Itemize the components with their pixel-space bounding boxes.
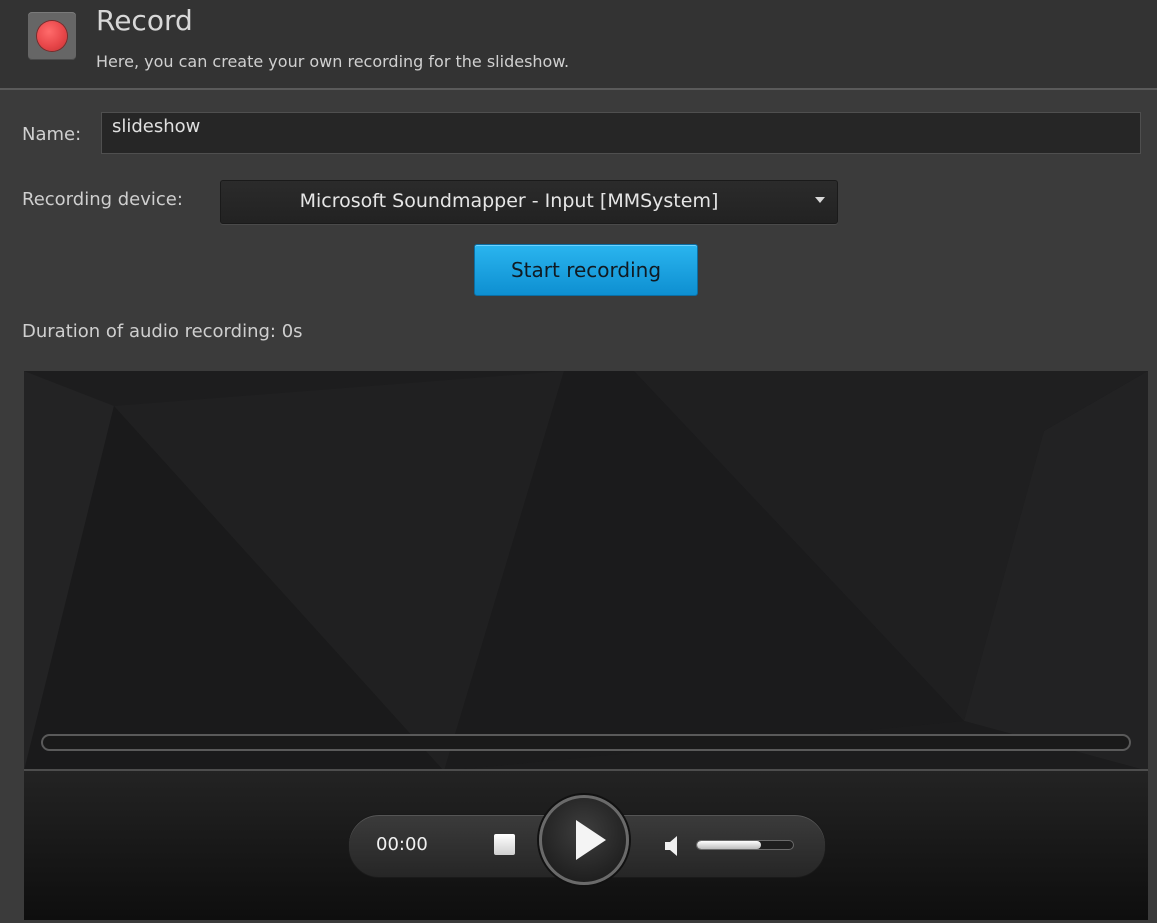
- audio-player: 00:00: [24, 371, 1148, 920]
- name-label: Name:: [22, 124, 82, 145]
- duration-value: 0s: [281, 321, 303, 342]
- duration-label: Duration of audio recording:: [22, 321, 276, 342]
- playback-time: 00:00: [376, 834, 428, 855]
- name-input[interactable]: slideshow: [101, 112, 1141, 154]
- seek-bar[interactable]: [41, 734, 1131, 751]
- speaker-icon[interactable]: [665, 834, 681, 858]
- page-subtitle: Here, you can create your own recording …: [96, 52, 570, 71]
- volume-slider[interactable]: [696, 840, 794, 850]
- record-icon: [28, 12, 76, 60]
- record-panel: Record Here, you can create your own rec…: [0, 0, 1157, 923]
- play-icon: [576, 820, 606, 860]
- chevron-down-icon: [815, 197, 825, 203]
- panel-header: Record Here, you can create your own rec…: [0, 0, 1157, 90]
- name-input-value: slideshow: [112, 116, 201, 137]
- play-button[interactable]: [539, 795, 629, 885]
- start-recording-button[interactable]: Start recording: [474, 244, 698, 296]
- stop-icon[interactable]: [494, 834, 515, 855]
- volume-level: [697, 841, 762, 849]
- duration-row: Duration of audio recording: 0s: [22, 321, 303, 342]
- page-title: Record: [96, 4, 193, 37]
- record-dot: [37, 21, 67, 51]
- recording-device-label: Recording device:: [22, 189, 183, 210]
- recording-device-value: Microsoft Soundmapper - Input [MMSystem]: [299, 190, 719, 212]
- recording-device-select[interactable]: Microsoft Soundmapper - Input [MMSystem]: [220, 180, 838, 224]
